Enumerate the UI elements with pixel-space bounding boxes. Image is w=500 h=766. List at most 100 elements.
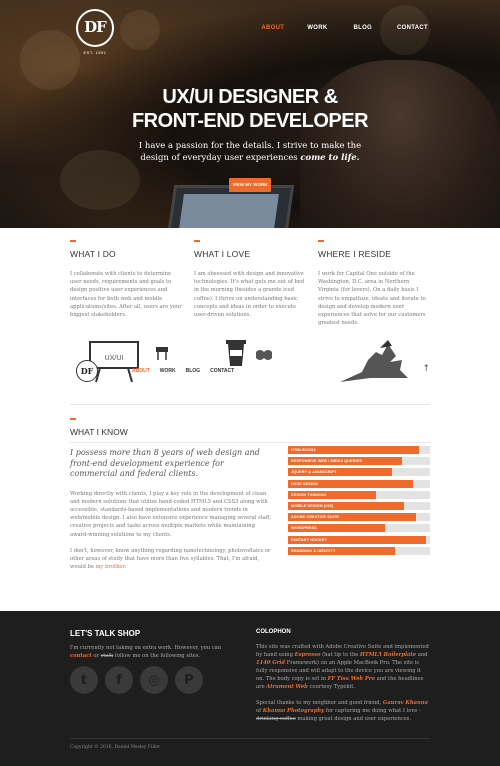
hero-title-line2: FRONT-END DEVELOPER (131, 110, 369, 132)
intro-columns: WHAT I DO I collaborate with clients to … (70, 240, 430, 327)
nav-about[interactable]: ABOUT (261, 25, 284, 31)
footer-divider (70, 738, 430, 739)
shop-text: I'm currently not taking on extra work. … (70, 645, 222, 651)
know-text: I possess more than 8 years of web desig… (70, 448, 273, 579)
column-text: I work for Capital One outside of the Wa… (318, 271, 426, 327)
boilerplate-link[interactable]: HTML5 Boilerplate (360, 652, 416, 658)
skill-bar: UX/UI DESIGN (288, 479, 430, 488)
column-title: WHAT I LOVE (194, 249, 251, 259)
arrow-up-icon[interactable]: ↑ (422, 364, 430, 374)
know-lead: I possess more than 8 years of web desig… (70, 448, 260, 478)
social-links: t f ◎ P (70, 666, 203, 694)
logo-monogram: DF (84, 18, 107, 36)
pinterest-icon[interactable]: P (175, 666, 203, 694)
atrament-link[interactable]: Atrament Web (266, 684, 308, 690)
know-paragraph: I don't, however, know anything regardin… (70, 547, 273, 572)
nav-contact[interactable]: CONTACT (397, 25, 428, 31)
colophon-text: making great design and user experiences… (295, 716, 412, 722)
column-where-i-reside: WHERE I RESIDE I work for Capital One ou… (318, 240, 430, 327)
skill-label: FANTASY HOCKEY (291, 537, 328, 542)
nav-blog[interactable]: BLOG (353, 25, 372, 31)
accent-dash (194, 240, 200, 242)
gaurav-link[interactable]: Gaurav Khanna (383, 700, 428, 706)
skill-label: WORDPRESS (291, 526, 317, 531)
column-what-i-love: WHAT I LOVE I am obsessed with design an… (194, 240, 306, 327)
skill-bar: MOBILE DESIGN (IOS) (288, 501, 430, 510)
skill-label: BRANDING & IDENTITY (291, 548, 336, 553)
sticky-nav-blog[interactable]: BLOG (186, 368, 200, 374)
skill-bar: RESPONSIVE WEB / MEDIA QUERIES (288, 457, 430, 466)
twitter-icon[interactable]: t (70, 666, 98, 694)
copyright: Copyright © 2016, Daniel Wesley Filler (70, 745, 161, 750)
hero-title: UX/UI DESIGNER & FRONT-END DEVELOPER (0, 85, 500, 133)
skill-bar: ADOBE CREATIVE SUITE (288, 513, 430, 522)
colophon-title: COLOPHON (256, 629, 291, 635)
colophon-paragraph: This site was crafted with Adobe Creativ… (256, 643, 430, 691)
colophon-text: for capturing me doing what I love - (324, 708, 421, 714)
know-paragraph: Working directly with clients, I play a … (70, 490, 271, 538)
accent-dash (318, 240, 324, 242)
skill-label: RESPONSIVE WEB / MEDIA QUERIES (291, 459, 363, 464)
contact-link[interactable]: contact (70, 653, 92, 659)
footer-shop-title: LET'S TALK SHOP (70, 629, 141, 638)
colophon-text: of (256, 708, 263, 714)
column-title: WHAT I DO (70, 249, 116, 259)
accent-dash (70, 240, 76, 242)
sticky-logo[interactable]: DF (76, 360, 98, 382)
site-logo[interactable]: DF EST. 1991 (72, 9, 118, 61)
facebook-icon[interactable]: f (105, 666, 133, 694)
skill-bar: DESIGN THINKING (288, 490, 430, 499)
sticky-nav-contact[interactable]: CONTACT (210, 368, 234, 374)
skill-label: HTML5/CSS3 (291, 448, 316, 452)
footer-colophon: COLOPHON This site was crafted with Adob… (256, 629, 430, 723)
column-text: I collaborate with clients to determine … (70, 271, 182, 319)
hero-subtitle: I have a passion for the details. I stri… (130, 140, 370, 164)
column-what-i-do: WHAT I DO I collaborate with clients to … (70, 240, 182, 327)
footer-shop-text: I'm currently not taking on extra work. … (70, 644, 240, 660)
tisa-link[interactable]: FF Tisa Web Pro (328, 676, 375, 682)
skill-label: UX/UI DESIGN (291, 481, 318, 486)
logo-est: EST. 1991 (83, 50, 107, 55)
sticky-nav-about[interactable]: ABOUT (132, 368, 150, 374)
skill-label: MOBILE DESIGN (IOS) (291, 503, 334, 508)
struck-text: drinking coffee (256, 716, 296, 722)
skill-bar: HTML5/CSS3 (288, 446, 430, 454)
skill-label: ADOBE CREATIVE SUITE (291, 515, 339, 520)
skills-chart: HTML5/CSS3 RESPONSIVE WEB / MEDIA QUERIES… (288, 446, 430, 558)
footer-contact: LET'S TALK SHOP I'm currently not taking… (70, 629, 240, 660)
what-i-know-section: WHAT I KNOW I possess more than 8 years … (70, 418, 430, 570)
hero-bokeh (60, 150, 140, 210)
skill-bar: JQUERY & JAVASCRIPT (288, 468, 430, 477)
sticky-nav: DF ABOUT WORK BLOG CONTACT ↑ (70, 358, 430, 384)
hero-subtitle-emphasis: come to life. (300, 153, 360, 163)
shop-stalk-text: stalk (100, 653, 114, 659)
colophon-text: Special thanks to my neighbor and good f… (256, 700, 383, 706)
shop-text: or (91, 653, 101, 659)
main-nav: ABOUT WORK BLOG CONTACT (261, 25, 428, 31)
section-title: WHAT I KNOW (70, 427, 128, 437)
skill-label: JQUERY & JAVASCRIPT (291, 470, 337, 475)
column-text: I am obsessed with design and innovative… (194, 271, 305, 319)
hero-title-line1: UX/UI DESIGNER & (162, 86, 338, 108)
espresso-link[interactable]: Espresso (295, 652, 321, 658)
hero-section: DF EST. 1991 ABOUT WORK BLOG CONTACT UX/… (0, 0, 500, 228)
nav-work[interactable]: WORK (307, 25, 327, 31)
khanna-photo-link[interactable]: Khanna Photography (263, 708, 324, 714)
my-brother-link[interactable]: my brother (96, 564, 125, 570)
section-underline (70, 442, 430, 443)
hero-bokeh (20, 30, 80, 90)
skill-bar: FANTASY HOCKEY (288, 535, 430, 544)
know-paragraph-end: . (124, 564, 127, 571)
section-divider (70, 404, 430, 405)
sticky-nav-work[interactable]: WORK (160, 368, 176, 374)
site-footer: LET'S TALK SHOP I'm currently not taking… (0, 611, 500, 766)
dribbble-icon[interactable]: ◎ (140, 666, 168, 694)
skill-label: DESIGN THINKING (291, 492, 327, 497)
skill-bar: WORDPRESS (288, 524, 430, 533)
shop-text: follow me on the following sites. (113, 653, 201, 659)
colophon-text: courtesy Typekit. (307, 684, 356, 690)
grid-link[interactable]: 1140 Grid (256, 660, 285, 666)
view-work-button[interactable]: VIEW MY WORK (229, 178, 271, 192)
colophon-text: and (416, 652, 428, 658)
colophon-text: (hat tip to the (320, 652, 361, 658)
